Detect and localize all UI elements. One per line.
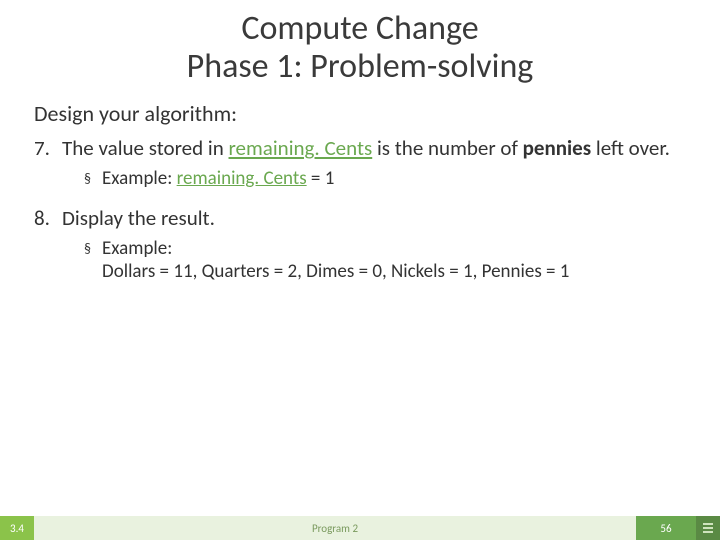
bullet-icon: § (84, 167, 102, 191)
text-pre: The value stored in (62, 135, 229, 161)
section-heading: Design your algorithm: (0, 86, 720, 135)
footer-menu-icon (696, 516, 720, 540)
text-post: left over. (591, 135, 670, 161)
variable-name: remaining. Cents (229, 135, 373, 161)
title-line-2: Phase 1: Problem-solving (0, 48, 720, 86)
text-bold: pennies (523, 135, 592, 161)
bullet-icon: § (84, 237, 102, 261)
item-number: 8. (34, 205, 62, 231)
example-item: § Example: Dollars = 11, Quarters = 2, D… (84, 237, 686, 283)
algorithm-list: 7. The value stored in remaining. Cents … (0, 135, 720, 293)
sub-list: § Example: remaining. Cents = 1 (34, 161, 686, 201)
item-text: Display the result. (62, 205, 686, 231)
title-block: Compute Change Phase 1: Problem-solving (0, 0, 720, 86)
footer-bar: 3.4 Program 2 56 (0, 516, 720, 540)
item-number: 7. (34, 135, 62, 161)
text-mid: is the number of (372, 135, 522, 161)
sub-list: § Example: Dollars = 11, Quarters = 2, D… (34, 231, 686, 293)
list-item-7: 7. The value stored in remaining. Cents … (34, 135, 686, 201)
example-value: = 1 (307, 167, 335, 190)
variable-name: remaining. Cents (177, 167, 307, 190)
list-item-8: 8. Display the result. § Example: Dollar… (34, 205, 686, 293)
footer-section-number: 3.4 (0, 516, 34, 540)
example-label: Example: (102, 237, 172, 260)
title-line-1: Compute Change (0, 10, 720, 48)
example-item: § Example: remaining. Cents = 1 (84, 167, 686, 191)
slide: Compute Change Phase 1: Problem-solving … (0, 0, 720, 540)
footer-program-label: Program 2 (34, 516, 636, 540)
example-label: Example: (102, 167, 177, 190)
hamburger-icon (703, 523, 713, 533)
example-text: Example: remaining. Cents = 1 (102, 167, 686, 190)
example-line: Dollars = 11, Quarters = 2, Dimes = 0, N… (102, 260, 569, 283)
item-text: The value stored in remaining. Cents is … (62, 135, 686, 161)
footer-page-number: 56 (636, 516, 696, 540)
example-text: Example: Dollars = 11, Quarters = 2, Dim… (102, 237, 686, 283)
